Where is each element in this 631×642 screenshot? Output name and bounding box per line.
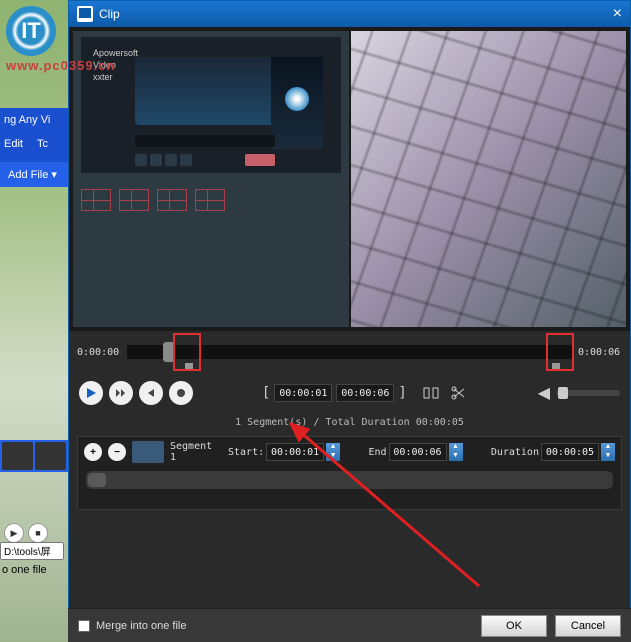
clip-start-marker[interactable] (185, 363, 193, 371)
end-stepper[interactable]: ▲▼ (449, 443, 463, 461)
bg-play-button[interactable]: ▶ (4, 523, 24, 543)
timeline: 0:00:00 0:00:06 (69, 331, 630, 373)
bg-stop-button[interactable]: ■ (28, 523, 48, 543)
bg-menu-edit[interactable]: Edit (4, 138, 23, 150)
ok-button[interactable]: OK (481, 615, 547, 637)
segment-thumbnail (132, 441, 164, 463)
add-segment-button[interactable]: + (84, 443, 102, 461)
volume-slider[interactable] (556, 390, 620, 396)
volume-group: ◀ (538, 383, 620, 403)
timeline-start-label: 0:00:00 (77, 347, 121, 358)
bg-title: ng Any Vi (0, 108, 68, 132)
segment-start-input[interactable] (274, 384, 332, 402)
preview-original: ApowersoftVideoxxter (73, 31, 349, 327)
merge-label: Merge into one file (96, 620, 187, 632)
segment-summary: 1 Segment(s) / Total Duration 00:00:05 (69, 413, 630, 432)
duration-stepper[interactable]: ▲▼ (601, 443, 615, 461)
bracket-close-icon[interactable]: ] (398, 385, 406, 401)
bg-window: ng Any Vi Edit Tc Add File ▾ (0, 108, 68, 187)
start-time-input[interactable] (266, 443, 324, 461)
bg-thumbnails (0, 440, 68, 472)
segment-track[interactable] (86, 471, 613, 489)
duration-input[interactable] (541, 443, 599, 461)
end-time-input[interactable] (389, 443, 447, 461)
segment-end-input[interactable] (336, 384, 394, 402)
bg-menu-tc[interactable]: Tc (37, 138, 48, 150)
timeline-end-label: 0:00:06 (578, 347, 622, 358)
watermark-logo: IT (6, 6, 56, 56)
playback-controls: [ ] ◀ (69, 373, 630, 413)
bg-path-section: o one file (0, 542, 68, 581)
segment-row: + − Segment 1 Start: ▲▼ End ▲▼ Duration … (78, 437, 621, 467)
timeline-track[interactable] (127, 345, 572, 359)
volume-icon[interactable]: ◀ (538, 383, 550, 403)
fast-forward-button[interactable] (109, 381, 133, 405)
dialog-bottom-bar: Merge into one file OK Cancel (68, 608, 631, 642)
bracket-open-icon[interactable]: [ (262, 385, 270, 401)
remove-segment-button[interactable]: − (108, 443, 126, 461)
preview-area: ApowersoftVideoxxter (69, 27, 630, 331)
bg-merge-text: o one file (0, 560, 68, 580)
split-icon[interactable] (421, 383, 441, 403)
merge-checkbox[interactable] (78, 620, 90, 632)
add-file-button[interactable]: Add File ▾ (0, 162, 68, 187)
stop-button[interactable] (169, 381, 193, 405)
bg-path-input[interactable] (0, 542, 64, 560)
segment-name: Segment 1 (170, 441, 222, 463)
segment-time-group: [ ] (262, 383, 469, 403)
clip-end-marker[interactable] (552, 363, 560, 371)
close-icon[interactable]: × (613, 5, 622, 23)
merge-checkbox-wrap[interactable]: Merge into one file (78, 620, 187, 632)
end-label: End (368, 447, 386, 458)
watermark-url: www.pc0359.cn (6, 58, 115, 73)
cut-icon[interactable] (449, 383, 469, 403)
watermark: IT www.pc0359.cn (6, 6, 115, 73)
play-button[interactable] (79, 381, 103, 405)
prev-frame-button[interactable] (139, 381, 163, 405)
start-label: Start: (228, 447, 264, 458)
duration-label: Duration (491, 447, 539, 458)
playhead[interactable] (163, 342, 175, 362)
segment-list: + − Segment 1 Start: ▲▼ End ▲▼ Duration … (77, 436, 622, 510)
cancel-button[interactable]: Cancel (555, 615, 621, 637)
titlebar: Clip × (69, 1, 630, 27)
start-stepper[interactable]: ▲▼ (326, 443, 340, 461)
preview-output (351, 31, 627, 327)
clip-dialog: Clip × ApowersoftVideoxxter 0:00:00 (68, 0, 631, 642)
